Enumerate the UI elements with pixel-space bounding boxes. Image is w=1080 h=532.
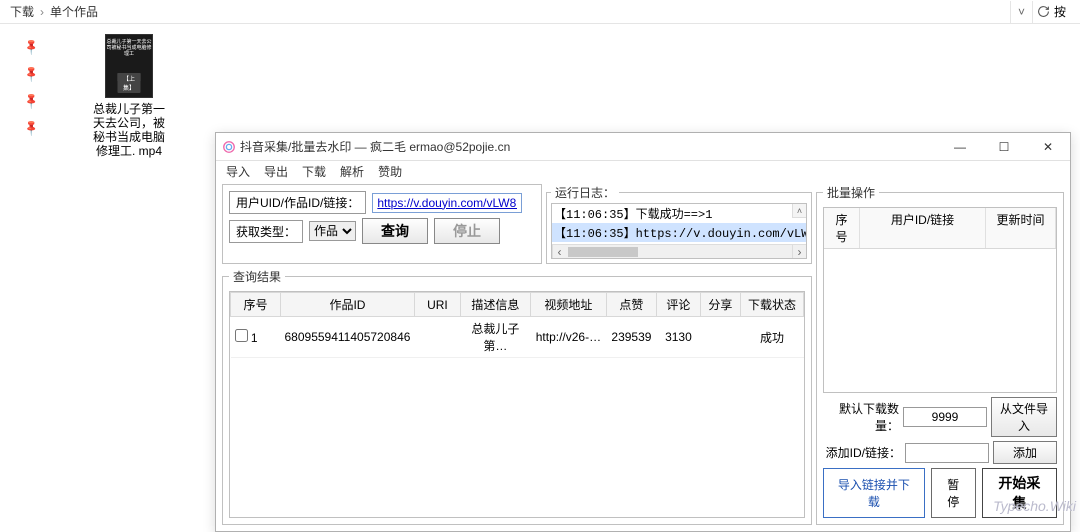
- batch-col-uid[interactable]: 用户ID/链接: [860, 208, 986, 248]
- window-title: 抖音采集/批量去水印 — 疯二毛 ermao@52pojie.cn: [240, 138, 938, 155]
- breadcrumb-seg-1[interactable]: 下载: [6, 3, 38, 20]
- menu-import[interactable]: 导入: [226, 163, 250, 180]
- chevron-right-icon: ›: [38, 5, 46, 19]
- pin-icon[interactable]: 📌: [22, 33, 45, 56]
- cell-id: 6809559411405720846: [281, 317, 415, 358]
- menubar: 导入 导出 下载 解析 赞助: [216, 161, 1070, 184]
- col-id[interactable]: 作品ID: [281, 293, 415, 317]
- cell-like: 239539: [606, 317, 656, 358]
- batch-group: 批量操作 序号 用户ID/链接 更新时间 默认下载数量： 从文件导入 添加ID/…: [816, 184, 1064, 525]
- table-row[interactable]: 1 6809559411405720846 总裁儿子第… http://v26-…: [231, 317, 804, 358]
- scroll-right-icon[interactable]: ›: [792, 245, 806, 258]
- results-legend: 查询结果: [229, 268, 285, 285]
- cell-status: 成功: [740, 317, 803, 358]
- fetch-type-select[interactable]: 作品: [309, 221, 356, 241]
- thumb-caption: 总裁儿子第一天去公司被秘书当成电脑修理工: [106, 39, 152, 57]
- file-name: 总裁儿子第一天去公司，被秘书当成电脑修理工. mp4: [90, 102, 168, 158]
- explorer-pane: 📌 📌 📌 📌 总裁儿子第一天去公司被秘书当成电脑修理工 【上集】 总裁儿子第一…: [0, 24, 1080, 516]
- batch-col-time[interactable]: 更新时间: [986, 208, 1056, 248]
- col-uri[interactable]: URI: [414, 293, 460, 317]
- fetch-type-label[interactable]: 获取类型：: [229, 220, 303, 243]
- results-table: 序号 作品ID URI 描述信息 视频地址 点赞 评论 分享 下载状态: [230, 292, 804, 358]
- log-line: 【11:06:35】https://v.douyin.com/vLW8RS/ |…: [552, 223, 806, 242]
- pin-icon[interactable]: 📌: [22, 60, 45, 83]
- scrollbar-horizontal[interactable]: ‹ ›: [552, 244, 806, 258]
- cell-comment: 3130: [656, 317, 700, 358]
- cell-share: [700, 317, 740, 358]
- menu-donate[interactable]: 赞助: [378, 163, 402, 180]
- col-idx[interactable]: 序号: [231, 293, 281, 317]
- cell-uri: [414, 317, 460, 358]
- batch-list[interactable]: 序号 用户ID/链接 更新时间: [823, 207, 1057, 393]
- cell-desc: 总裁儿子第…: [460, 317, 530, 358]
- log-textarea[interactable]: ˄ 【11:06:35】下载成功==>1 【11:06:35】https://v…: [551, 203, 807, 259]
- cell-vurl: http://v26-…: [530, 317, 606, 358]
- close-button[interactable]: ✕: [1026, 133, 1070, 161]
- dropdown-icon[interactable]: ˅: [1010, 1, 1032, 23]
- log-line: 【11:06:35】下载成功==>1: [552, 204, 806, 223]
- import-file-button[interactable]: 从文件导入: [991, 397, 1057, 437]
- import-links-button[interactable]: 导入链接并下载: [823, 468, 925, 518]
- add-id-input[interactable]: [905, 443, 989, 463]
- thumb-badge: 【上集】: [118, 73, 141, 93]
- menu-parse[interactable]: 解析: [340, 163, 364, 180]
- scroll-left-icon[interactable]: ‹: [552, 245, 566, 258]
- app-window: 抖音采集/批量去水印 — 疯二毛 ermao@52pojie.cn — ☐ ✕ …: [215, 132, 1071, 532]
- video-thumbnail: 总裁儿子第一天去公司被秘书当成电脑修理工 【上集】: [105, 34, 153, 98]
- col-share[interactable]: 分享: [700, 293, 740, 317]
- col-desc[interactable]: 描述信息: [460, 293, 530, 317]
- log-group: 运行日志： ˄ 【11:06:35】下载成功==>1 【11:06:35】htt…: [546, 184, 812, 264]
- pause-button[interactable]: 暂停: [931, 468, 976, 518]
- breadcrumb: 下载 › 单个作品 ˅: [0, 0, 1080, 24]
- query-controls: 用户UID/作品ID/链接： 获取类型： 作品 查询 停止: [222, 184, 542, 264]
- stop-button[interactable]: 停止: [434, 218, 500, 244]
- cell-idx: 1: [251, 331, 258, 345]
- def-count-label: 默认下载数量：: [823, 400, 899, 434]
- menu-export[interactable]: 导出: [264, 163, 288, 180]
- col-comment[interactable]: 评论: [656, 293, 700, 317]
- pin-icon[interactable]: 📌: [22, 114, 45, 137]
- maximize-button[interactable]: ☐: [982, 133, 1026, 161]
- def-count-input[interactable]: [903, 407, 987, 427]
- batch-col-idx[interactable]: 序号: [824, 208, 860, 248]
- minimize-button[interactable]: —: [938, 133, 982, 161]
- pin-column: 📌 📌 📌 📌: [6, 24, 44, 132]
- scroll-up-icon[interactable]: ˄: [792, 204, 806, 218]
- query-button[interactable]: 查询: [362, 218, 428, 244]
- pin-icon[interactable]: 📌: [22, 87, 45, 110]
- breadcrumb-search-edge[interactable]: [1054, 5, 1074, 19]
- add-button[interactable]: 添加: [993, 441, 1057, 464]
- menu-download[interactable]: 下载: [302, 163, 326, 180]
- row-checkbox[interactable]: [235, 329, 248, 342]
- log-legend: 运行日志：: [551, 184, 619, 201]
- file-item[interactable]: 总裁儿子第一天去公司被秘书当成电脑修理工 【上集】 总裁儿子第一天去公司，被秘书…: [90, 34, 168, 158]
- add-id-label: 添加ID/链接：: [825, 444, 901, 461]
- breadcrumb-seg-2[interactable]: 单个作品: [46, 3, 102, 20]
- col-vurl[interactable]: 视频地址: [530, 293, 606, 317]
- refresh-icon[interactable]: [1032, 1, 1054, 23]
- uid-label[interactable]: 用户UID/作品ID/链接：: [229, 191, 366, 214]
- col-status[interactable]: 下载状态: [740, 293, 803, 317]
- results-group: 查询结果 序号 作品ID URI 描述信息 视频地址 点赞 评论: [222, 268, 812, 525]
- titlebar[interactable]: 抖音采集/批量去水印 — 疯二毛 ermao@52pojie.cn — ☐ ✕: [216, 133, 1070, 161]
- app-icon: [222, 140, 236, 154]
- batch-legend: 批量操作: [823, 184, 879, 201]
- col-like[interactable]: 点赞: [606, 293, 656, 317]
- url-input[interactable]: [372, 193, 522, 213]
- start-collect-button[interactable]: 开始采集: [982, 468, 1057, 518]
- scrollbar-thumb[interactable]: [568, 247, 638, 257]
